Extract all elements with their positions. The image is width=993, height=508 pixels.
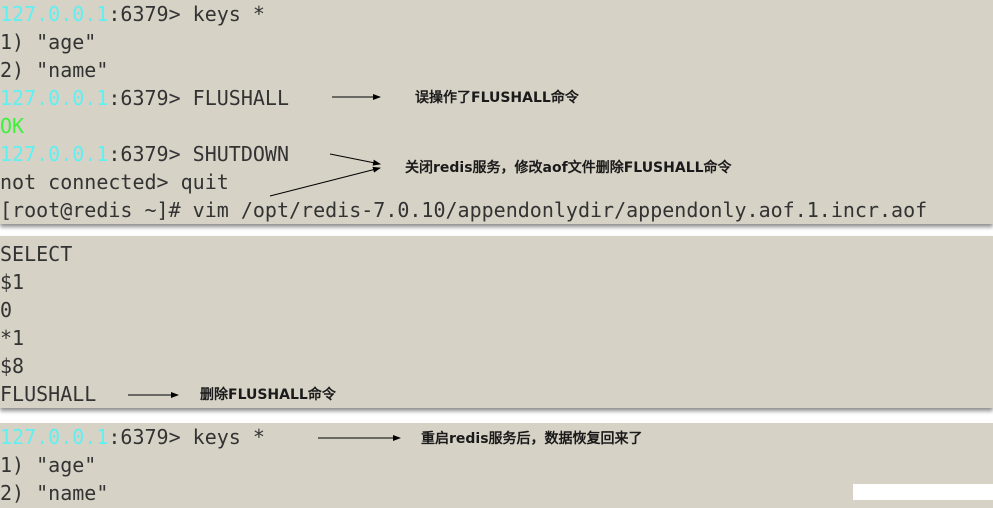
- aof-line-flushall: FLUSHALL: [0, 382, 97, 406]
- command-text: FLUSHALL: [192, 86, 289, 110]
- prompt-ip: 127.0.0.1: [0, 2, 109, 26]
- annotation-misoperation: 误操作了FLUSHALL命令: [415, 90, 579, 106]
- command-text: keys *: [192, 425, 265, 449]
- aof-line: *1: [0, 326, 25, 350]
- prompt-line-flushall: 127.0.0.1:6379> FLUSHALL: [0, 84, 289, 112]
- ok-response: OK: [0, 114, 25, 138]
- prompt-line-shutdown: 127.0.0.1:6379> SHUTDOWN: [0, 140, 289, 168]
- annotation-delete-cmd: 删除FLUSHALL命令: [200, 387, 336, 403]
- command-text: keys *: [192, 2, 265, 26]
- terminal-panel-aof-file: SELECT $1 0 *1 $8 FLUSHALL: [0, 236, 993, 408]
- prompt-port: :6379>: [108, 142, 193, 166]
- prompt-line-keys: 127.0.0.1:6379> keys *: [0, 423, 265, 451]
- quit-line: not connected> quit: [0, 170, 229, 194]
- prompt-port: :6379>: [108, 86, 193, 110]
- annotation-shutdown-edit: 关闭redis服务，修改aof文件删除FLUSHALL命令: [405, 160, 732, 176]
- output-line: 1) "age": [0, 453, 97, 477]
- output-line: 2) "name": [0, 481, 109, 505]
- white-strip: [853, 484, 993, 500]
- aof-line: $1: [0, 270, 25, 294]
- prompt-port: :6379>: [108, 425, 193, 449]
- output-line: 1) "age": [0, 30, 97, 54]
- vim-command-line: [root@redis ~]# vim /opt/redis-7.0.10/ap…: [0, 198, 928, 222]
- output-line: 2) "name": [0, 58, 109, 82]
- aof-line: $8: [0, 354, 25, 378]
- aof-line: SELECT: [0, 242, 73, 266]
- prompt-ip: 127.0.0.1: [0, 142, 109, 166]
- annotation-restored: 重启redis服务后，数据恢复回来了: [421, 431, 643, 447]
- terminal-panel-session: 127.0.0.1:6379> keys * 1) "age" 2) "name…: [0, 0, 993, 224]
- prompt-line-keys: 127.0.0.1:6379> keys *: [0, 0, 265, 28]
- prompt-ip: 127.0.0.1: [0, 86, 109, 110]
- prompt-ip: 127.0.0.1: [0, 425, 109, 449]
- aof-line: 0: [0, 298, 13, 322]
- command-text: SHUTDOWN: [192, 142, 289, 166]
- prompt-port: :6379>: [108, 2, 193, 26]
